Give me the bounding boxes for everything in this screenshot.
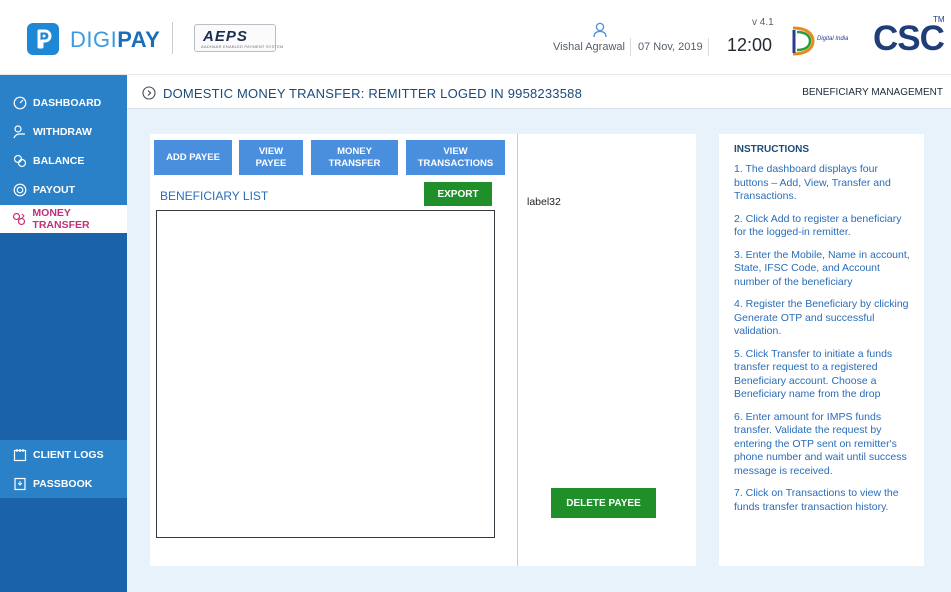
brand-part-1: DIGI bbox=[70, 27, 118, 52]
money-transfer-label-line2: TRANSFER bbox=[328, 157, 381, 169]
view-transactions-label-line2: TRANSACTIONS bbox=[417, 157, 494, 169]
title-bar: DOMESTIC MONEY TRANSFER: REMITTER LOGED … bbox=[127, 75, 951, 109]
app-version: v 4.1 bbox=[752, 17, 774, 28]
chevron-right-circle-icon[interactable] bbox=[142, 86, 156, 105]
delete-payee-label: DELETE PAYEE bbox=[566, 497, 641, 509]
page-title: DOMESTIC MONEY TRANSFER: REMITTER LOGED … bbox=[163, 86, 583, 101]
section-name: BENEFICIARY MANAGEMENT bbox=[802, 87, 943, 98]
view-transactions-label: VIEW TRANSACTIONS bbox=[418, 146, 493, 170]
header-separator bbox=[708, 38, 709, 56]
panel-divider bbox=[517, 134, 518, 566]
money-transfer-icon bbox=[12, 212, 26, 227]
sidebar-item-money-transfer[interactable]: MONEY TRANSFER bbox=[0, 205, 127, 233]
export-label: EXPORT bbox=[437, 188, 479, 200]
view-payee-label-line2: PAYEE bbox=[255, 157, 287, 169]
payout-icon bbox=[12, 183, 27, 198]
view-transactions-label-line1: VIEW bbox=[443, 145, 468, 157]
sidebar-item-label: PASSBOOK bbox=[33, 478, 93, 490]
sidebar-item-withdraw[interactable]: WITHDRAW bbox=[0, 118, 127, 146]
withdraw-icon bbox=[12, 125, 27, 140]
sidebar-item-client-logs[interactable]: CLIENT LOGS bbox=[0, 441, 127, 469]
beneficiary-panel: ADD PAYEE VIEW PAYEE MONEY TRANSFER VIEW TR… bbox=[150, 134, 696, 566]
instructions-panel: INSTRUCTIONS 1. The dashboard displays f… bbox=[719, 134, 924, 566]
view-transactions-button[interactable]: VIEW TRANSACTIONS bbox=[406, 140, 505, 175]
passbook-icon bbox=[12, 477, 27, 492]
client-logs-icon bbox=[12, 448, 27, 463]
export-button[interactable]: EXPORT bbox=[424, 182, 492, 206]
instruction-item: 3. Enter the Mobile, Name in account, St… bbox=[734, 248, 910, 288]
instruction-item: 5. Click Transfer to initiate a funds tr… bbox=[734, 347, 893, 401]
sidebar-item-label: WITHDRAW bbox=[33, 126, 92, 138]
sidebar-item-label: CLIENT LOGS bbox=[33, 449, 104, 461]
dashboard-icon bbox=[12, 96, 27, 111]
beneficiary-list-label: BENEFICIARY LIST bbox=[160, 189, 269, 203]
view-payee-label: VIEW PAYEE bbox=[256, 146, 287, 170]
add-payee-button[interactable]: ADD PAYEE bbox=[154, 140, 232, 175]
money-transfer-label-line1: MONEY bbox=[337, 145, 372, 157]
balance-icon bbox=[12, 154, 27, 169]
digipay-logo-icon bbox=[27, 23, 59, 55]
brand-part-2: PAY bbox=[117, 27, 161, 52]
user-icon[interactable] bbox=[593, 22, 607, 43]
brand-name: DIGIPAY bbox=[70, 27, 160, 53]
main-content: DOMESTIC MONEY TRANSFER: REMITTER LOGED … bbox=[127, 75, 951, 592]
current-time: 12:00 bbox=[727, 35, 773, 55]
instructions-title: INSTRUCTIONS bbox=[734, 144, 809, 155]
current-date: 07 Nov, 2019 bbox=[638, 41, 703, 53]
aeps-logo-text: AEPS bbox=[203, 28, 248, 45]
instruction-item: 4. Register the Beneficiary by clicking … bbox=[734, 298, 909, 337]
view-payee-button[interactable]: VIEW PAYEE bbox=[239, 140, 303, 175]
app-header: DIGIPAY AEPS AADHAAR ENABLED PAYMENT SYS… bbox=[0, 0, 951, 75]
beneficiary-list[interactable] bbox=[156, 210, 495, 538]
digital-india-logo: Digital India bbox=[789, 24, 855, 58]
trademark-mark: TM bbox=[933, 15, 945, 24]
csc-logo: CSC bbox=[873, 19, 945, 58]
instruction-item: 7. Click on Transactions to view the fun… bbox=[734, 487, 899, 513]
sidebar-item-label: PAYOUT bbox=[33, 184, 76, 196]
digital-india-text: Digital India bbox=[817, 36, 849, 42]
header-separator bbox=[630, 38, 631, 56]
instruction-item: 1. The dashboard displays four buttons –… bbox=[734, 163, 891, 202]
sidebar-item-dashboard[interactable]: DASHBOARD bbox=[0, 89, 127, 117]
add-payee-label: ADD PAYEE bbox=[166, 151, 220, 163]
instruction-item: 6. Enter amount for IMPS funds transfer.… bbox=[734, 410, 907, 477]
user-name: Vishal Agrawal bbox=[553, 41, 625, 53]
sidebar-item-label: MONEY TRANSFER bbox=[32, 207, 90, 231]
sidebar-item-payout[interactable]: PAYOUT bbox=[0, 176, 127, 204]
view-payee-label-line1: VIEW bbox=[258, 145, 284, 157]
sidebar-item-label: BALANCE bbox=[33, 155, 85, 167]
aeps-logo-subtitle: AADHAAR ENABLED PAYMENT SYSTEM bbox=[201, 44, 284, 49]
sidebar-item-label: DASHBOARD bbox=[33, 97, 102, 109]
money-transfer-button[interactable]: MONEY TRANSFER bbox=[311, 140, 398, 175]
sidebar-item-balance[interactable]: BALANCE bbox=[0, 147, 127, 175]
aeps-logo: AEPS AADHAAR ENABLED PAYMENT SYSTEM bbox=[194, 24, 283, 52]
money-transfer-label: MONEY TRANSFER bbox=[329, 146, 381, 170]
delete-payee-button[interactable]: DELETE PAYEE bbox=[551, 488, 656, 518]
placeholder-label: label32 bbox=[527, 196, 561, 208]
instruction-item: 2. Click Add to register a beneficiary f… bbox=[734, 212, 902, 239]
sidebar: DASHBOARD WITHDRAW BALANCE PAYOUT MONEY … bbox=[0, 75, 127, 592]
sidebar-item-passbook[interactable]: PASSBOOK bbox=[0, 470, 127, 498]
header-divider bbox=[172, 22, 173, 54]
